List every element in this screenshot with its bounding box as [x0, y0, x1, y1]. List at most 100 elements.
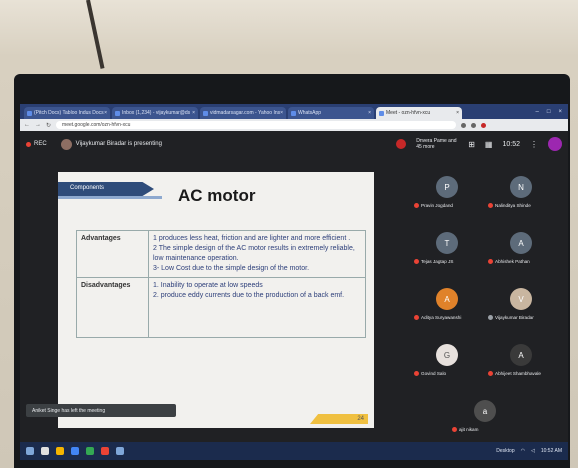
favicon-icon [203, 110, 208, 116]
wifi-icon[interactable]: ◠ [521, 448, 525, 454]
browser-tab[interactable]: Inbox (1,234) - vijaykumar@ds × [112, 107, 198, 119]
row-line: 1 produces less heat, friction and are l… [153, 235, 351, 242]
left-meeting-toast: Aniket Singe has left the meeting [26, 404, 176, 417]
extension-icon[interactable] [471, 122, 477, 128]
meet-header-right: Dnvera Pame and 45 more ⊞ ▦ 10:52 ⋮ [396, 137, 562, 151]
participant-name: Abhijeet Shambhavale [495, 371, 541, 376]
presenting-text: Vijaykumar Biradar is presenting [75, 141, 162, 147]
rec-label: REC [34, 141, 47, 147]
mic-off-icon [414, 259, 419, 264]
participant-tile[interactable]: A Aditya Suryawanshi [412, 282, 482, 332]
row-body: 1. Inability to operate at low speeds 2.… [148, 277, 366, 338]
browser-tab[interactable]: WhatsApp × [288, 107, 374, 119]
close-icon[interactable]: × [280, 110, 283, 116]
record-icon [26, 141, 31, 147]
participant-tile[interactable]: V Vijaykumar Biradar [486, 282, 556, 332]
participant-tile[interactable]: T Tejas Jagtap JS [412, 226, 482, 276]
table-row: Advantages 1 produces less heat, frictio… [76, 230, 366, 278]
mic-off-icon [488, 203, 493, 208]
participant-tile[interactable]: A Abhishek Pathan [486, 226, 556, 276]
more-icon[interactable]: ⋮ [530, 140, 538, 149]
reload-icon[interactable]: ↻ [46, 122, 51, 129]
participant-name: Pravin Jogdand [421, 203, 453, 208]
favicon-icon [115, 110, 120, 116]
url-field[interactable]: meet.google.com/ozn-hfvn-xcu [56, 121, 457, 129]
row-line: 2. produce eddy currents due to the prod… [153, 292, 345, 299]
meeting-clock: 10:52 [502, 140, 520, 148]
participant-name: Govind Salo [421, 371, 447, 376]
tab-bar: (Pitch Docs) Tabloo Indus Docs × Inbox (1… [20, 104, 568, 119]
system-tray: Desktop ◠ ◁ 10:52 AM [496, 448, 562, 454]
mic-off-icon [488, 259, 493, 264]
table-row: Disadvantages 1. Inability to operate at… [76, 277, 366, 338]
participant-name: ajit nikam [459, 427, 479, 432]
row-header: Disadvantages [76, 277, 149, 338]
grid-icon[interactable]: ▦ [485, 140, 493, 149]
close-icon[interactable]: × [192, 110, 195, 116]
row-body: 1 produces less heat, friction and are l… [148, 230, 366, 278]
participant-name: Aditya Suryawanshi [421, 315, 462, 320]
participant-tile[interactable]: N Nalinditya Shinde [486, 170, 556, 220]
address-bar: ← → ↻ meet.google.com/ozn-hfvn-xcu [20, 119, 568, 131]
close-icon[interactable]: × [368, 110, 371, 116]
window-controls: – □ × [536, 109, 568, 115]
close-window-icon[interactable]: × [558, 109, 562, 115]
participant-tile[interactable]: a ajit nikam [450, 394, 520, 444]
row-line: 1. Inability to operate at low speeds [153, 282, 263, 289]
chrome-icon[interactable] [86, 447, 94, 455]
extension-icon[interactable] [461, 122, 467, 128]
row-header: Advantages [76, 230, 149, 278]
participant-name: Vijaykumar Biradar [495, 315, 534, 320]
row-line: 2 The simple design of the AC motor resu… [153, 245, 355, 262]
maximize-icon[interactable]: □ [547, 109, 551, 115]
participants-label: Dnvera Pame and 45 more [416, 138, 457, 150]
participant-tile[interactable]: A Abhijeet Shambhavale [486, 338, 556, 388]
start-icon[interactable] [26, 447, 34, 455]
search-icon[interactable] [41, 447, 49, 455]
profile-icon[interactable] [481, 122, 487, 128]
app-icon[interactable] [101, 447, 109, 455]
avatar: V [510, 288, 532, 310]
taskbar: Desktop ◠ ◁ 10:52 AM [20, 442, 568, 460]
file-explorer-icon[interactable] [56, 447, 64, 455]
avatar: A [436, 288, 458, 310]
minimize-icon[interactable]: – [536, 109, 539, 115]
self-avatar[interactable] [548, 137, 562, 151]
avatar: A [510, 344, 532, 366]
mic-off-icon [452, 427, 457, 432]
presenter-avatar [60, 138, 72, 150]
browser-tab[interactable]: (Pitch Docs) Tabloo Indus Docs × [24, 107, 110, 119]
browser-tab[interactable]: vidmadarsagar.com - Yahoo Ins × [200, 107, 286, 119]
mic-off-icon [414, 315, 419, 320]
favicon-icon [291, 110, 296, 116]
favicon-icon [379, 110, 384, 116]
browser-tab-active[interactable]: Meet - ozn-hfvn-xcu × [376, 107, 462, 119]
more-dots-icon [488, 315, 493, 320]
app-icon[interactable] [116, 447, 124, 455]
participant-name: Tejas Jagtap JS [421, 259, 454, 264]
back-icon[interactable]: ← [24, 122, 30, 128]
meet-header: REC Vijaykumar Biradar is presenting Dnv… [20, 131, 568, 157]
page-number: 24 [310, 414, 368, 424]
close-icon[interactable]: × [456, 110, 459, 116]
favicon-icon [27, 110, 32, 116]
forward-icon[interactable]: → [35, 122, 41, 128]
participant-tile[interactable]: P Pravin Jogdand [412, 170, 482, 220]
layout-icon[interactable]: ⊞ [468, 140, 475, 149]
edge-icon[interactable] [71, 447, 79, 455]
avatar: A [510, 232, 532, 254]
taskbar-clock[interactable]: 10:52 AM [541, 448, 562, 454]
avatar: a [474, 400, 496, 422]
mic-off-icon [414, 203, 419, 208]
slide-title: AC motor [178, 186, 256, 205]
slide-accent-bar [58, 196, 162, 199]
avatar: T [436, 232, 458, 254]
slide-table: Advantages 1 produces less heat, frictio… [76, 230, 366, 338]
participant-name: Abhishek Pathan [495, 259, 530, 264]
participant-tile[interactable]: G Govind Salo [412, 338, 482, 388]
tray-label[interactable]: Desktop [496, 448, 514, 454]
close-icon[interactable]: × [104, 110, 107, 116]
avatar: N [510, 176, 532, 198]
row-line: 3- Low Cost due to the simple design of … [153, 265, 310, 272]
volume-icon[interactable]: ◁ [531, 448, 535, 454]
